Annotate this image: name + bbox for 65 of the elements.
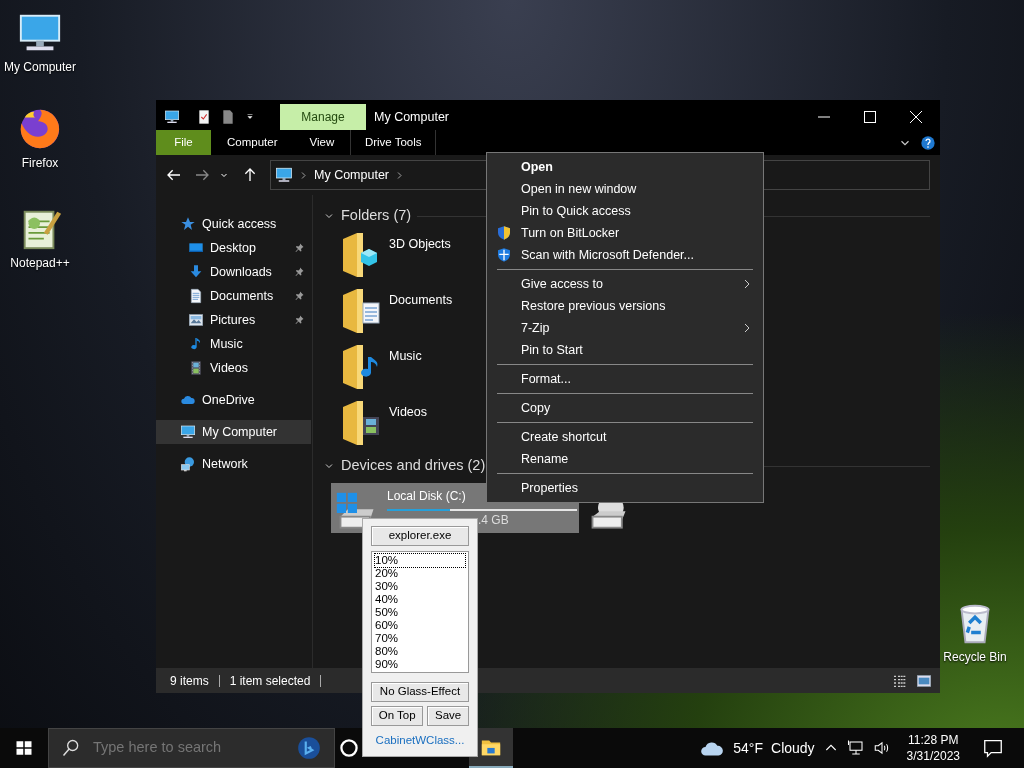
folder-name[interactable]: Videos	[389, 403, 427, 422]
group-header[interactable]: Devices and drives (2)	[341, 455, 486, 477]
nav-item[interactable]: Quick access	[156, 212, 311, 236]
list-option[interactable]: 40%	[375, 593, 465, 606]
ribbon-tab[interactable]: View	[293, 130, 351, 155]
popup-button[interactable]: No Glass-Effect	[371, 682, 469, 702]
list-option[interactable]: 30%	[375, 580, 465, 593]
menu-item[interactable]: Turn on BitLocker	[487, 222, 763, 244]
temperature: 54°F	[733, 738, 763, 758]
nav-item[interactable]: Network	[156, 452, 311, 476]
menu-item[interactable]: Open	[487, 156, 763, 178]
desktop-icon-label[interactable]: Firefox	[21, 154, 59, 172]
nav-item[interactable]: OneDrive	[156, 388, 311, 412]
list-option[interactable]: 50%	[375, 606, 465, 619]
menu-item[interactable]: Restore previous versions	[487, 295, 763, 317]
process-button[interactable]: explorer.exe	[371, 526, 469, 546]
popup-button[interactable]: On Top	[371, 706, 424, 726]
menu-item[interactable]: Rename	[487, 448, 763, 470]
menu-item[interactable]: Open in new window	[487, 178, 763, 200]
folder-name[interactable]: Music	[389, 347, 422, 366]
weather-condition: Cloudy	[771, 738, 815, 758]
menu-item[interactable]: Copy	[487, 397, 763, 419]
ribbon-tab[interactable]: Drive Tools	[350, 130, 437, 155]
list-option[interactable]: 10%	[375, 554, 465, 567]
free-space-text: .4 GB	[478, 512, 510, 529]
nav-item[interactable]: My Computer	[156, 420, 311, 444]
menu-item[interactable]: Format...	[487, 368, 763, 390]
menu-item[interactable]: Create shortcut	[487, 426, 763, 448]
group-header[interactable]: Folders (7)	[341, 205, 412, 227]
ribbon-tab[interactable]: File	[156, 130, 211, 155]
search-field[interactable]: Type here to search	[91, 736, 286, 760]
contextual-tab-header: Manage	[280, 104, 366, 130]
nav-item[interactable]: Documents	[156, 284, 311, 308]
menu-item[interactable]: Pin to Start	[487, 339, 763, 361]
clock-time[interactable]: 11:28 PM	[908, 732, 959, 748]
selection-count: 1 item selected	[229, 672, 311, 690]
opacity-list[interactable]: 10% 20% 30% 40% 50% 60% 70% 80% 90%	[371, 551, 469, 673]
nav-item[interactable]: Music	[156, 332, 311, 356]
menu-item[interactable]: Give access to	[487, 273, 763, 295]
list-option[interactable]: 60%	[375, 619, 465, 632]
list-option[interactable]: 80%	[375, 645, 465, 658]
nav-item[interactable]: Pictures	[156, 308, 311, 332]
clock-date[interactable]: 3/31/2023	[906, 748, 960, 764]
menu-item[interactable]: Pin to Quick access	[487, 200, 763, 222]
desktop-icon-label[interactable]: My Computer	[4, 58, 76, 76]
folder-name[interactable]: Documents	[389, 291, 453, 310]
nav-item[interactable]: Videos	[156, 356, 311, 380]
ribbon-tab[interactable]: Computer	[211, 130, 294, 155]
window-class-link[interactable]: CabinetWClass...	[371, 732, 469, 750]
folder-name[interactable]: 3D Objects	[389, 235, 451, 254]
list-option[interactable]: 70%	[375, 632, 465, 645]
address-breadcrumb[interactable]: My Computer	[314, 165, 390, 185]
list-option[interactable]: 20%	[375, 567, 465, 580]
nav-item[interactable]: Downloads	[156, 260, 311, 284]
desktop-icon-label[interactable]: Notepad++	[10, 254, 70, 272]
menu-item[interactable]: 7-Zip	[487, 317, 763, 339]
nav-item[interactable]: Desktop	[156, 236, 311, 260]
popup-button[interactable]: Save	[427, 706, 469, 726]
menu-item[interactable]: Scan with Microsoft Defender...	[487, 244, 763, 266]
list-option[interactable]: 90%	[375, 658, 465, 671]
window-title: My Computer	[374, 108, 450, 126]
desktop-icon-label[interactable]: Recycle Bin	[943, 648, 1007, 666]
search-box[interactable]: Type here to search	[48, 728, 335, 768]
drive-name: Local Disk (C:)	[387, 488, 466, 505]
item-count: 9 items	[170, 672, 209, 690]
